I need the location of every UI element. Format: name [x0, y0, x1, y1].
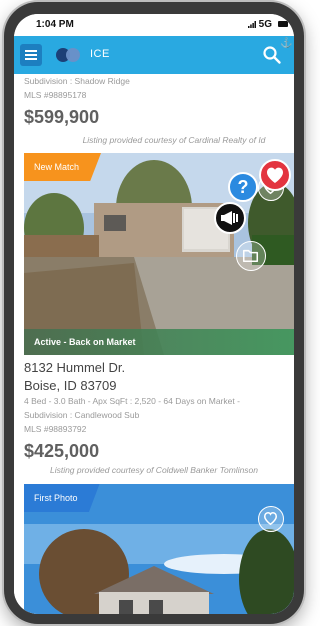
search-icon [263, 46, 281, 64]
first-photo-badge: First Photo [24, 484, 100, 512]
menu-icon-bar [25, 58, 37, 60]
badge-label: First Photo [34, 493, 78, 503]
logo-circle-light [66, 48, 80, 62]
listing-courtesy: Listing provided courtesy of Cardinal Re… [82, 135, 266, 145]
listing-details: 4 Bed - 3.0 Bath - Apx SqFt : 2,520 - 64… [24, 396, 240, 406]
status-banner: Active - Back on Market [24, 329, 294, 355]
help-button[interactable]: ? [228, 172, 258, 202]
battery-icon [278, 21, 288, 27]
signal-icon [247, 21, 256, 28]
folder-icon [242, 249, 259, 263]
search-button[interactable] [262, 45, 282, 65]
listing-mls: MLS #98893792 [24, 424, 87, 434]
listing-courtesy: Listing provided courtesy of Coldwell Ba… [49, 465, 259, 475]
menu-icon [25, 50, 37, 52]
anchor-icon: ⚓ [280, 38, 293, 49]
listing-subdivision: Subdivision : Shadow Ridge [24, 76, 130, 86]
listing-street[interactable]: 8132 Hummel Dr. [24, 360, 125, 375]
status-bar: 1:04 PM 5G [14, 14, 294, 36]
folder-button[interactable] [236, 241, 266, 271]
screen: 1:04 PM 5G ICE ⚓ Subdivision: Shadow Ri… [14, 14, 294, 614]
menu-icon-bar [25, 54, 37, 56]
favorite-heart-icon [263, 511, 278, 526]
status-network: 5G [247, 19, 272, 30]
menu-button[interactable] [20, 44, 42, 66]
favorite-button[interactable] [258, 506, 284, 532]
heart-icon [267, 167, 283, 183]
help-icon: ? [237, 177, 249, 197]
phone-frame: 1:04 PM 5G ICE ⚓ Subdivision: Shadow Ri… [4, 2, 304, 624]
megaphone-button[interactable] [214, 202, 246, 234]
badge-label: New Match [34, 162, 80, 172]
logo-icon [56, 48, 80, 62]
brand-name: ICE [90, 48, 110, 60]
megaphone-icon [221, 211, 238, 225]
listing-price: $599,900 [24, 107, 100, 127]
listing-price: $425,000 [24, 441, 100, 461]
heart-button[interactable] [259, 159, 291, 191]
listing-mls: MLS #98895178 [24, 90, 87, 100]
new-match-badge: New Match [24, 153, 102, 181]
listing-photo[interactable]: First Photo [24, 484, 294, 614]
listing-subdivision: Subdivision : Candlewood Sub [24, 410, 140, 420]
app-bar: ICE ⚓ [14, 36, 294, 74]
status-time: 1:04 PM [36, 19, 74, 30]
network-label: 5G [258, 19, 272, 30]
listing-feed[interactable]: Subdivision : Shadow Ridge MLS #98895178… [14, 74, 294, 614]
listing-city: Boise, ID 83709 [24, 378, 117, 393]
